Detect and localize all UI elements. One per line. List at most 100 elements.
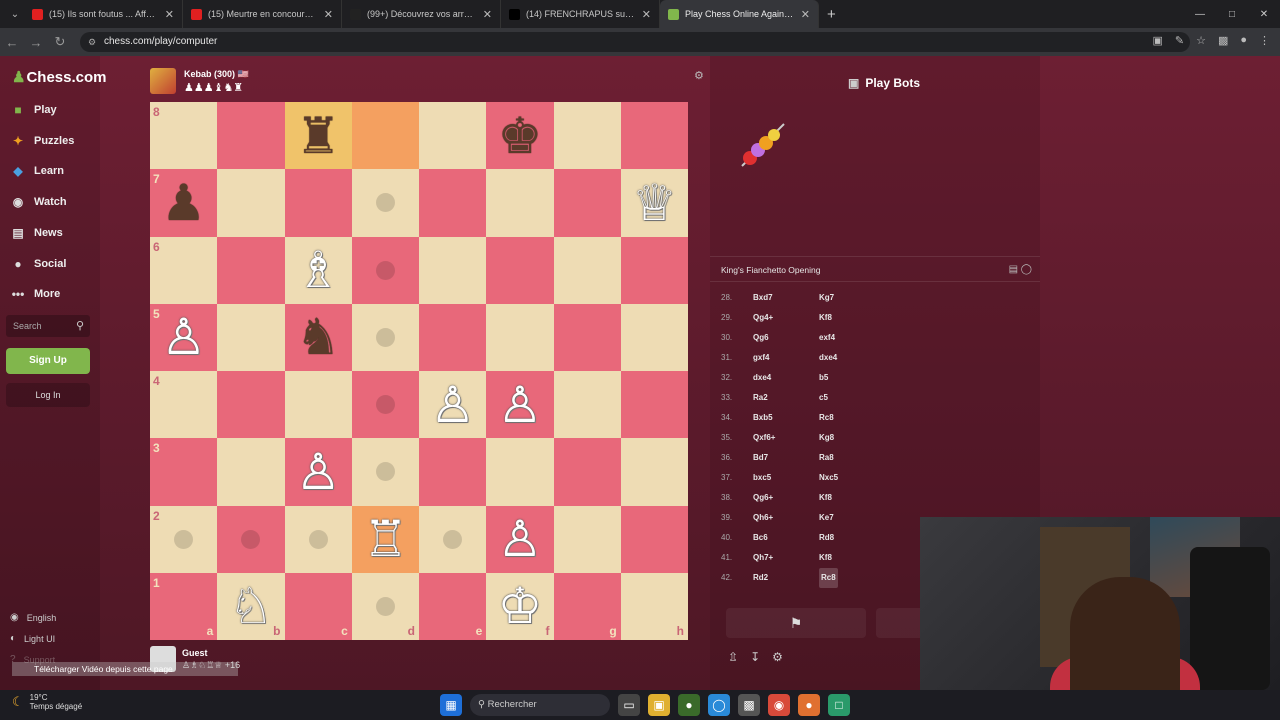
square-e5[interactable] xyxy=(419,303,487,371)
square-f6[interactable] xyxy=(486,236,554,304)
sidebar-item-more[interactable]: ••• More xyxy=(10,287,61,301)
black-move[interactable]: Kg7 xyxy=(819,288,834,308)
black-king-icon[interactable]: ♚ xyxy=(497,111,542,161)
browser-tab[interactable]: (15) Ils sont foutus ... Affaire Jea ✕ xyxy=(24,0,183,28)
square-h2[interactable] xyxy=(620,505,688,573)
square-g3[interactable] xyxy=(553,438,621,506)
legal-move-dot[interactable] xyxy=(375,462,395,482)
white-bishop-icon[interactable]: ♗ xyxy=(296,245,341,295)
square-a8[interactable]: 8 xyxy=(150,102,218,170)
language-option[interactable]: ◉ English xyxy=(10,612,56,623)
maximize-icon[interactable]: □ xyxy=(1216,9,1248,20)
sidebar-item-learn[interactable]: ◆ Learn xyxy=(10,164,64,178)
square-h8[interactable] xyxy=(620,102,688,170)
legal-move-dot[interactable] xyxy=(375,327,395,347)
square-c5[interactable]: ♞ xyxy=(284,303,352,371)
install-icon[interactable]: ▣ xyxy=(1152,34,1162,47)
legal-move-dot[interactable] xyxy=(174,529,194,549)
square-g6[interactable] xyxy=(553,236,621,304)
close-tab-icon[interactable]: ✕ xyxy=(483,8,492,21)
opening-book-icon[interactable]: ▤ ◯ xyxy=(1009,257,1032,283)
square-e3[interactable] xyxy=(419,438,487,506)
square-e6[interactable] xyxy=(419,236,487,304)
square-b4[interactable] xyxy=(217,371,285,439)
url-field[interactable]: ⚙ chess.com/play/computer xyxy=(80,32,1190,52)
square-f8[interactable]: ♚ xyxy=(486,102,554,170)
square-c7[interactable] xyxy=(284,169,352,237)
legal-move-dot[interactable] xyxy=(375,395,395,415)
square-e1[interactable]: e xyxy=(419,572,487,640)
file-explorer-icon[interactable]: ▣ xyxy=(648,694,670,716)
white-pawn-icon[interactable]: ♙ xyxy=(296,447,341,497)
white-rook-icon[interactable]: ♖ xyxy=(363,514,408,564)
white-move[interactable]: Qxf6+ xyxy=(753,428,775,448)
sidebar-item-watch[interactable]: ◉ Watch xyxy=(10,195,67,209)
white-move[interactable]: Bc6 xyxy=(753,528,768,548)
close-tab-icon[interactable]: ✕ xyxy=(165,8,174,21)
square-f3[interactable] xyxy=(486,438,554,506)
square-b6[interactable] xyxy=(217,236,285,304)
white-knight-icon[interactable]: ♘ xyxy=(228,581,273,631)
download-video-tooltip[interactable]: Télécharger Vidéo depuis cette page xyxy=(12,662,238,676)
bookmark-star-icon[interactable]: ☆ xyxy=(1196,34,1206,47)
chesscom-logo[interactable]: ♟Chess.com xyxy=(12,68,107,86)
square-a7[interactable]: ♟ 7 xyxy=(150,169,218,237)
square-g1[interactable]: g xyxy=(553,572,621,640)
sidebar-item-social[interactable]: ● Social xyxy=(10,257,66,271)
square-b2[interactable] xyxy=(217,505,285,573)
square-a1[interactable]: 1a xyxy=(150,572,218,640)
white-move[interactable]: Bxd7 xyxy=(753,288,773,308)
square-f4[interactable]: ♙ xyxy=(486,371,554,439)
black-move[interactable]: Ra8 xyxy=(819,448,834,468)
black-knight-icon[interactable]: ♞ xyxy=(296,312,341,362)
white-move[interactable]: Qh7+ xyxy=(753,548,773,568)
white-move[interactable]: Qg4+ xyxy=(753,308,773,328)
store-icon[interactable]: ▩ xyxy=(738,694,760,716)
theme-option[interactable]: ◐ Light UI xyxy=(10,633,55,644)
white-move[interactable]: bxc5 xyxy=(753,468,771,488)
chess-board[interactable]: 8 ♜ ♚ ♟ 7 ♕ 6 ♗ ♙ 5 ♞ 4 ♙ ♙ 3 ♙ 2 ♖ ♙ 1 a ♘ b c d e ♔ f g h xyxy=(150,102,688,640)
square-h1[interactable]: h xyxy=(620,572,688,640)
square-g8[interactable] xyxy=(553,102,621,170)
board-settings-icon[interactable]: ⚙ xyxy=(694,69,704,82)
square-d4[interactable] xyxy=(351,371,419,439)
tab-search-icon[interactable]: ⌄ xyxy=(6,9,24,20)
sidebar-item-puzzles[interactable]: ✦ Puzzles xyxy=(10,134,74,148)
white-pawn-icon[interactable]: ♙ xyxy=(497,514,542,564)
square-d1[interactable]: d xyxy=(351,572,419,640)
square-b7[interactable] xyxy=(217,169,285,237)
black-move[interactable]: exf4 xyxy=(819,328,835,348)
browser-tab[interactable]: Play Chess Online Against the C ✕ xyxy=(660,0,819,28)
square-b3[interactable] xyxy=(217,438,285,506)
square-f1[interactable]: ♔ f xyxy=(486,572,554,640)
white-move[interactable]: Qg6 xyxy=(753,328,769,348)
square-g5[interactable] xyxy=(553,303,621,371)
download-icon[interactable]: ↧ xyxy=(750,650,760,664)
black-rook-icon[interactable]: ♜ xyxy=(296,111,341,161)
black-move[interactable]: Kg8 xyxy=(819,428,834,448)
black-move[interactable]: c5 xyxy=(819,388,828,408)
square-e4[interactable]: ♙ xyxy=(419,371,487,439)
square-f5[interactable] xyxy=(486,303,554,371)
sidebar-item-play[interactable]: ■ Play xyxy=(10,103,56,117)
task-view-icon[interactable]: ▭ xyxy=(618,694,640,716)
extensions-icon[interactable]: ▩ xyxy=(1218,34,1228,47)
translate-icon[interactable]: ✎ xyxy=(1175,34,1184,47)
white-pawn-icon[interactable]: ♙ xyxy=(497,380,542,430)
close-tab-icon[interactable]: ✕ xyxy=(324,8,333,21)
square-b5[interactable] xyxy=(217,303,285,371)
legal-move-dot[interactable] xyxy=(375,193,395,213)
square-a3[interactable]: 3 xyxy=(150,438,218,506)
weather-widget[interactable]: ☾ 19°C Temps dégagé xyxy=(12,693,82,711)
black-move[interactable]: Nxc5 xyxy=(819,468,838,488)
square-c8[interactable]: ♜ xyxy=(284,102,352,170)
white-move[interactable]: Qg6+ xyxy=(753,488,773,508)
square-a6[interactable]: 6 xyxy=(150,236,218,304)
legal-move-dot[interactable] xyxy=(241,529,261,549)
square-g7[interactable] xyxy=(553,169,621,237)
white-move[interactable]: dxe4 xyxy=(753,368,771,388)
chrome-icon[interactable]: ◉ xyxy=(768,694,790,716)
back-icon[interactable]: ← xyxy=(0,35,24,50)
square-c1[interactable]: c xyxy=(284,572,352,640)
white-move[interactable]: gxf4 xyxy=(753,348,769,368)
